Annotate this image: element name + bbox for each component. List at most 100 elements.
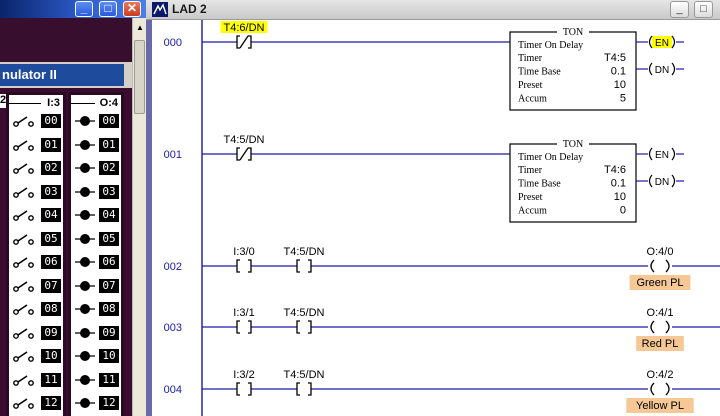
toggle-switch-icon[interactable] bbox=[13, 185, 37, 199]
contact-gap bbox=[297, 259, 311, 273]
toggle-switch-icon[interactable] bbox=[13, 138, 37, 152]
output-lamp-row: 08 bbox=[71, 302, 121, 318]
input-switch-row[interactable]: 06 bbox=[9, 255, 63, 271]
timer-field-name: Accum bbox=[518, 206, 547, 217]
input-switch-row[interactable]: 01 bbox=[9, 138, 63, 154]
output-channel-number: 02 bbox=[99, 161, 119, 175]
contact-address: T4:5/DN bbox=[284, 369, 325, 381]
input-switch-row[interactable]: 05 bbox=[9, 232, 63, 248]
input-switch-row[interactable]: 10 bbox=[9, 349, 63, 365]
ladder-diagram[interactable]: 000 T4:6/DN TON Timer On Delay Timer T4:5 Time… bbox=[152, 20, 720, 416]
output-lamp-icon bbox=[75, 375, 95, 385]
output-header: O:4 bbox=[99, 97, 118, 109]
input-switch-row[interactable]: 12 bbox=[9, 396, 63, 412]
timer-title: Timer On Delay bbox=[518, 152, 583, 163]
timer-type-label: TON bbox=[563, 139, 583, 150]
contact-address: I:3/1 bbox=[233, 307, 254, 319]
timer-field-name: Accum bbox=[518, 94, 547, 105]
toggle-switch-icon[interactable] bbox=[13, 255, 37, 269]
toggle-switch-icon[interactable] bbox=[13, 114, 37, 128]
output-lamp-row: 04 bbox=[71, 208, 121, 224]
output-lamp-row: 06 bbox=[71, 255, 121, 271]
output-lamp-icon bbox=[75, 351, 95, 361]
timer-field-name: Timer bbox=[518, 165, 543, 176]
toggle-switch-icon[interactable] bbox=[13, 326, 37, 340]
output-lamp-row: 00 bbox=[71, 114, 121, 130]
input-switch-row[interactable]: 11 bbox=[9, 373, 63, 389]
coil-address: O:4/1 bbox=[647, 307, 674, 319]
output-lamp-row: 11 bbox=[71, 373, 121, 389]
input-channel-number: 05 bbox=[41, 232, 61, 246]
rung-number: 002 bbox=[164, 261, 182, 273]
output-lamp-row: 05 bbox=[71, 232, 121, 248]
toggle-switch-icon[interactable] bbox=[13, 279, 37, 293]
timer-en-bit: EN bbox=[655, 150, 669, 161]
output-channel-number: 05 bbox=[99, 232, 119, 246]
minimize-button[interactable]: _ bbox=[75, 1, 93, 17]
output-lamp-icon bbox=[75, 257, 95, 267]
output-channel-number: 07 bbox=[99, 279, 119, 293]
input-switch-row[interactable]: 02 bbox=[9, 161, 63, 177]
maximize-button[interactable]: □ bbox=[99, 1, 117, 17]
scroll-thumb[interactable] bbox=[134, 40, 145, 114]
toggle-switch-icon[interactable] bbox=[13, 373, 37, 387]
toggle-switch-icon[interactable] bbox=[13, 349, 37, 363]
toggle-switch-icon[interactable] bbox=[13, 232, 37, 246]
output-channel-number: 10 bbox=[99, 349, 119, 363]
timer-field-name: Preset bbox=[518, 192, 543, 203]
timer-field-name: Time Base bbox=[518, 67, 561, 78]
input-switch-row[interactable]: 03 bbox=[9, 185, 63, 201]
coil-address: O:4/2 bbox=[647, 369, 674, 381]
toggle-switch-icon[interactable] bbox=[13, 396, 37, 410]
output-lamp-icon bbox=[75, 163, 95, 173]
timer-field-value: 0.1 bbox=[611, 66, 626, 78]
output-channel-number: 03 bbox=[99, 185, 119, 199]
input-switch-row[interactable]: 08 bbox=[9, 302, 63, 318]
contact-gap bbox=[297, 382, 311, 396]
header-rule bbox=[9, 103, 41, 104]
timer-field-value: 10 bbox=[614, 191, 626, 203]
timer-dn-bit: DN bbox=[655, 177, 669, 188]
timer-dn-bit: DN bbox=[655, 65, 669, 76]
input-channel-number: 03 bbox=[41, 185, 61, 199]
output-lamp-icon bbox=[75, 398, 95, 408]
output-channel-number: 11 bbox=[99, 373, 119, 387]
output-channel-number: 09 bbox=[99, 326, 119, 340]
contact-gap bbox=[237, 320, 251, 334]
input-channel-number: 02 bbox=[41, 161, 61, 175]
simulator-menu-area bbox=[0, 18, 132, 62]
contact-address: T4:5/DN bbox=[284, 307, 325, 319]
rung-number: 003 bbox=[164, 322, 182, 334]
input-switch-row[interactable]: 09 bbox=[9, 326, 63, 342]
contact-gap bbox=[237, 259, 251, 273]
output-lamp-row: 02 bbox=[71, 161, 121, 177]
simulator-title-bar: _ □ ✕ bbox=[0, 0, 146, 18]
input-switch-row[interactable]: 00 bbox=[9, 114, 63, 130]
coil-right-arc bbox=[671, 35, 676, 49]
ladder-svg: 000 T4:6/DN TON Timer On Delay Timer T4:5 Time… bbox=[164, 20, 720, 416]
close-button[interactable]: ✕ bbox=[123, 1, 141, 17]
rung-number: 000 bbox=[164, 37, 182, 49]
output-lamp-row: 09 bbox=[71, 326, 121, 342]
vertical-scrollbar[interactable]: ▲ bbox=[132, 18, 146, 416]
ladder-minimize-button[interactable]: _ bbox=[670, 1, 689, 18]
input-switch-row[interactable]: 07 bbox=[9, 279, 63, 295]
scroll-up-icon[interactable]: ▲ bbox=[136, 23, 144, 32]
output-lamp-row: 01 bbox=[71, 138, 121, 154]
input-channel-number: 09 bbox=[41, 326, 61, 340]
toggle-switch-icon[interactable] bbox=[13, 161, 37, 175]
input-channel-number: 04 bbox=[41, 208, 61, 222]
output-lamp-icon bbox=[75, 210, 95, 220]
coil-label: Yellow PL bbox=[636, 400, 684, 412]
toggle-switch-icon[interactable] bbox=[13, 208, 37, 222]
ladder-maximize-button[interactable]: □ bbox=[694, 1, 713, 18]
coil-right-arc bbox=[671, 62, 676, 76]
output-channel-number: 12 bbox=[99, 396, 119, 410]
contact-address: T4:6/DN bbox=[224, 22, 265, 34]
coil-address: O:4/0 bbox=[647, 246, 674, 258]
contact-gap bbox=[297, 320, 311, 334]
input-switch-row[interactable]: 04 bbox=[9, 208, 63, 224]
coil-left-arc bbox=[648, 174, 653, 188]
coil-left-arc bbox=[648, 62, 653, 76]
toggle-switch-icon[interactable] bbox=[13, 302, 37, 316]
